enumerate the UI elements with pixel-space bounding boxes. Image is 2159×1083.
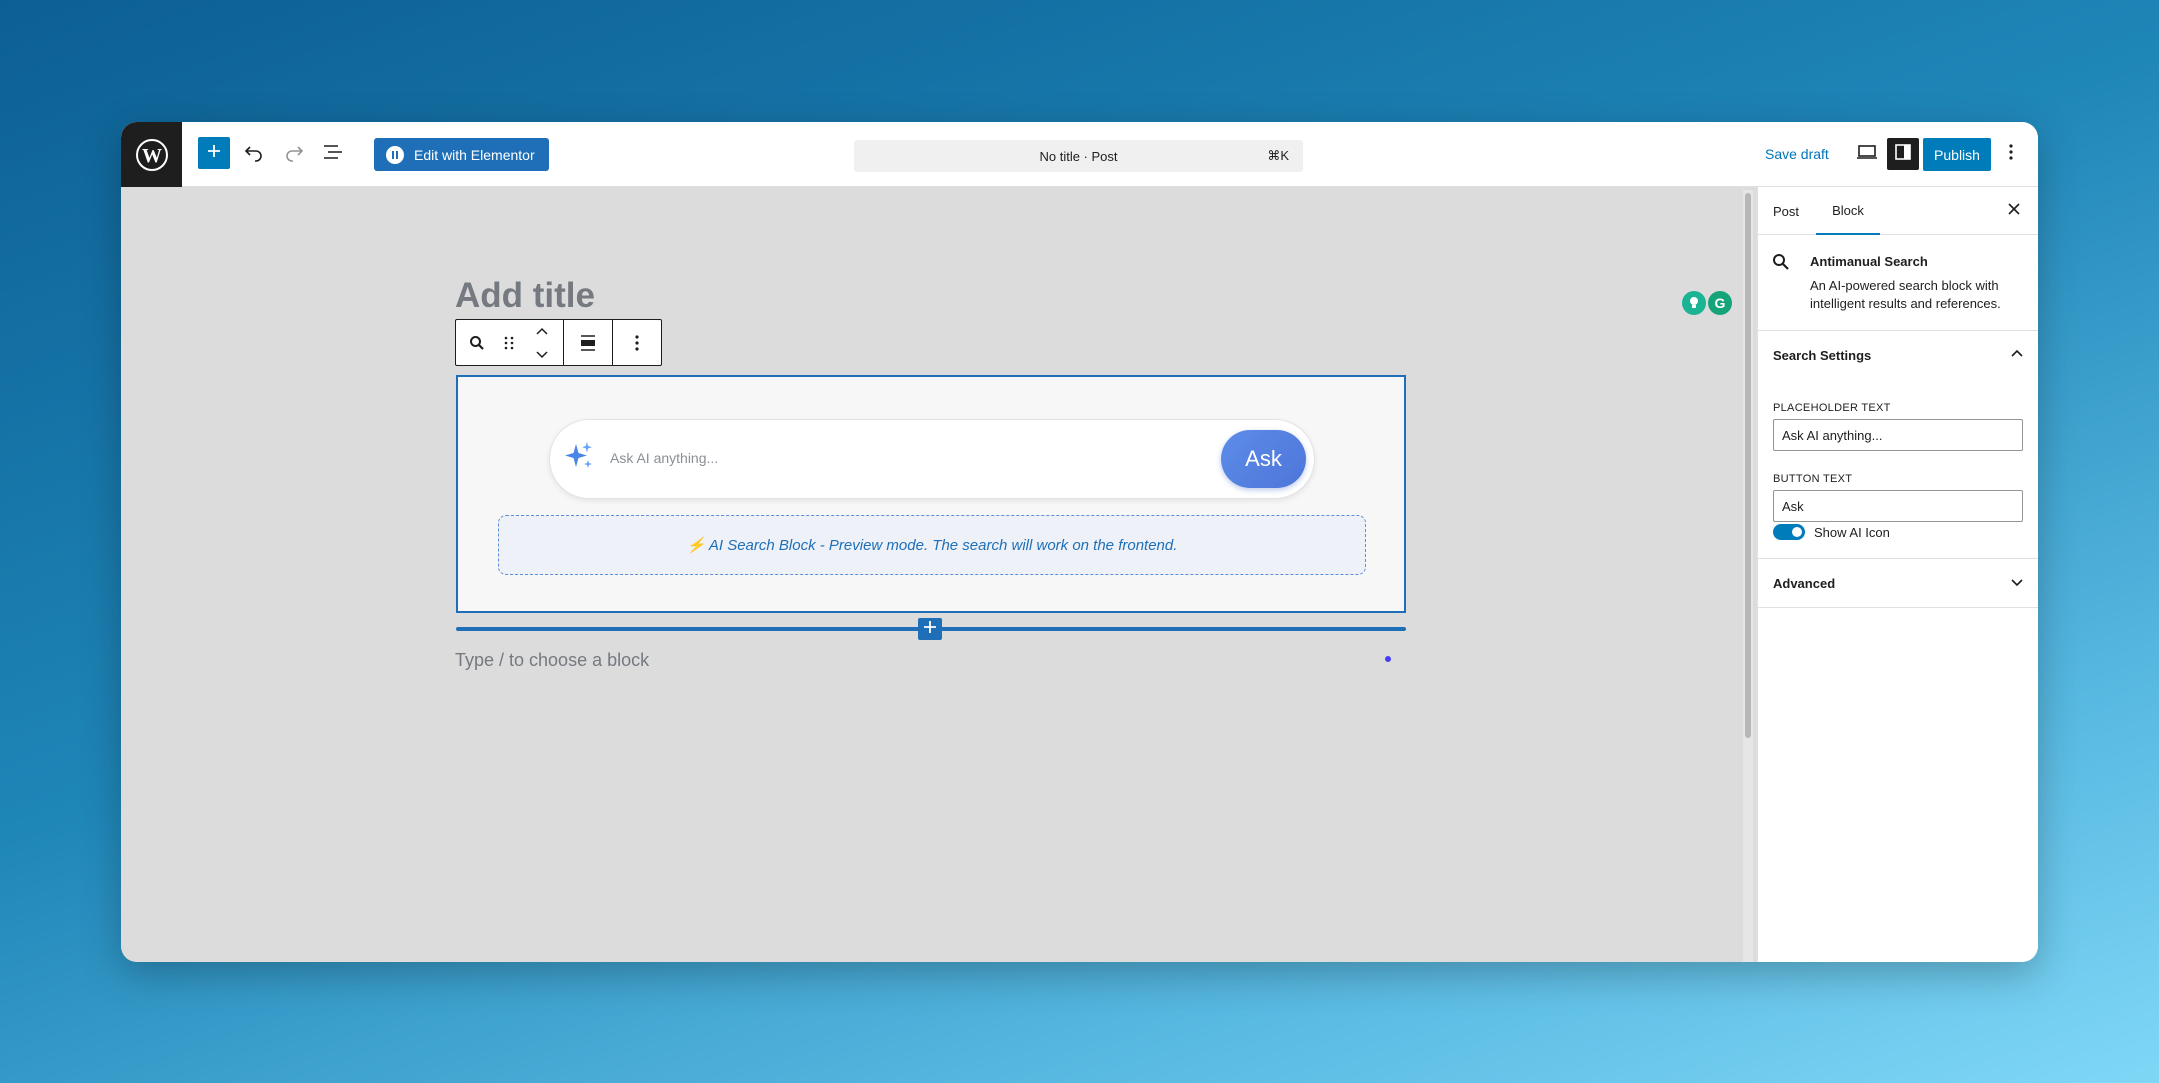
elementor-icon	[386, 145, 404, 164]
redo-button[interactable]	[279, 139, 309, 169]
document-overview-icon	[322, 143, 344, 166]
save-draft-button[interactable]: Save draft	[1765, 146, 1829, 162]
settings-sidebar: Post Block Antimanual Search An AI-power…	[1757, 187, 2038, 962]
placeholder-text-field[interactable]	[1773, 419, 2023, 451]
sidebar-tabs: Post Block	[1758, 187, 2038, 235]
edit-with-elementor-label: Edit with Elementor	[414, 146, 535, 163]
empty-block-placeholder[interactable]: Type / to choose a block	[455, 650, 649, 671]
tab-post[interactable]: Post	[1773, 187, 1799, 235]
desktop-view-icon	[1856, 144, 1878, 165]
undo-icon	[244, 142, 264, 167]
svg-text:W: W	[142, 145, 162, 167]
advanced-title: Advanced	[1773, 575, 1836, 591]
chevron-down-icon	[2010, 575, 2024, 592]
block-card: Antimanual Search An AI-powered search b…	[1758, 235, 2038, 331]
options-icon	[2008, 143, 2014, 166]
show-ai-icon-row: Show AI Icon	[1773, 524, 1890, 540]
preview-view-button[interactable]	[1852, 139, 1882, 169]
inline-inserter-button[interactable]	[918, 618, 942, 640]
bulb-extension-icon[interactable]	[1682, 291, 1706, 315]
button-text-field[interactable]	[1773, 490, 2023, 522]
document-overview-button[interactable]	[318, 139, 348, 169]
drag-handle-icon[interactable]	[497, 320, 521, 365]
plus-icon	[206, 143, 222, 164]
block-toolbar-group-main	[456, 320, 564, 365]
document-title: No title · Post	[1039, 148, 1118, 164]
close-sidebar-button[interactable]	[2004, 201, 2024, 221]
command-palette-bar[interactable]: No title · Post ⌘K	[854, 140, 1303, 172]
editor-top-bar: W Edit with Elementor No title · Post ⌘K…	[121, 122, 2038, 187]
chevron-up-icon	[2010, 347, 2024, 364]
advanced-panel-toggle[interactable]: Advanced	[1758, 559, 2038, 607]
align-icon[interactable]	[579, 320, 597, 365]
typing-indicator-dot	[1385, 656, 1391, 662]
show-ai-icon-label: Show AI Icon	[1814, 524, 1890, 540]
toggle-knob	[1792, 527, 1802, 537]
sidebar-toggle-icon	[1894, 143, 1912, 166]
tab-block[interactable]: Block	[1816, 187, 1880, 235]
ai-search-block[interactable]: Ask AI anything... Ask ⚡ AI Search Block…	[456, 375, 1406, 613]
sparkle-icon	[564, 440, 594, 477]
block-card-title: Antimanual Search	[1810, 254, 1928, 269]
block-inserter-button[interactable]	[198, 137, 230, 169]
show-ai-icon-toggle[interactable]	[1773, 524, 1805, 540]
plus-icon	[923, 620, 937, 639]
edit-with-elementor-button[interactable]: Edit with Elementor	[374, 138, 549, 171]
move-down-icon[interactable]	[536, 346, 548, 364]
block-card-description: An AI-powered search block with intellig…	[1810, 278, 2001, 311]
ask-button[interactable]: Ask	[1221, 430, 1306, 488]
editor-window: W Edit with Elementor No title · Post ⌘K…	[121, 122, 2038, 962]
search-icon[interactable]	[463, 320, 491, 365]
wordpress-logo-icon[interactable]: W	[121, 122, 182, 187]
publish-label: Publish	[1934, 146, 1980, 163]
search-icon	[1772, 253, 1790, 276]
button-text-label: BUTTON TEXT	[1773, 473, 1853, 485]
undo-button[interactable]	[239, 139, 269, 169]
settings-sidebar-toggle[interactable]	[1887, 138, 1919, 170]
block-movers	[528, 320, 556, 365]
search-settings-title: Search Settings	[1773, 347, 1872, 363]
block-toolbar	[455, 319, 662, 366]
canvas-scrollbar[interactable]	[1743, 190, 1753, 962]
panel-divider	[1758, 607, 2038, 608]
redo-icon	[284, 142, 304, 167]
browser-extension-icons: G	[1682, 289, 1738, 317]
move-up-icon[interactable]	[536, 322, 548, 340]
close-icon	[2008, 202, 2020, 220]
search-settings-panel-toggle[interactable]: Search Settings	[1758, 331, 2038, 379]
preview-mode-notice: ⚡ AI Search Block - Preview mode. The se…	[498, 515, 1366, 575]
scrollbar-thumb[interactable]	[1745, 193, 1751, 738]
publish-button[interactable]: Publish	[1923, 138, 1991, 171]
post-title-input[interactable]: Add title	[455, 276, 595, 316]
placeholder-text-label: PLACEHOLDER TEXT	[1773, 402, 1891, 414]
command-shortcut: ⌘K	[1267, 148, 1289, 163]
options-menu-button[interactable]	[1996, 139, 2026, 169]
ai-search-placeholder[interactable]: Ask AI anything...	[610, 450, 718, 466]
grammarly-icon[interactable]: G	[1708, 291, 1732, 315]
block-toolbar-group-more	[613, 320, 661, 365]
more-options-icon[interactable]	[634, 320, 640, 365]
ai-search-bar[interactable]: Ask AI anything... Ask	[549, 419, 1315, 499]
block-toolbar-group-align	[564, 320, 613, 365]
